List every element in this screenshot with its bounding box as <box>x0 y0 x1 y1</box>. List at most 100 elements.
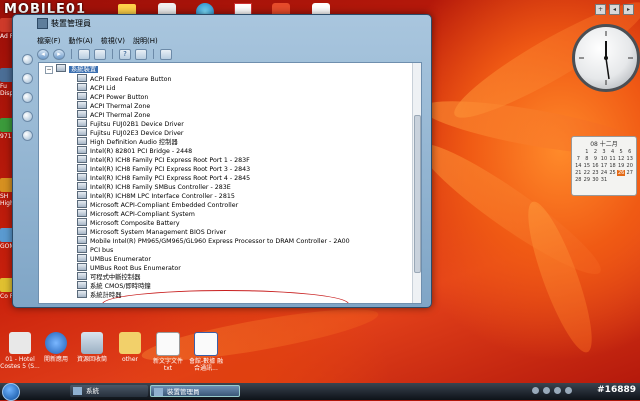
start-button[interactable] <box>2 383 20 401</box>
device-row[interactable]: Intel(R) ICH8 Family SMBus Controller - … <box>77 182 231 191</box>
desktop-icon[interactable]: 01 - Hotel Costes 5 (S... <box>0 332 40 370</box>
prev-icon[interactable]: ◂ <box>609 4 620 15</box>
calendar-day[interactable]: 29 <box>583 177 592 183</box>
calendar-day[interactable]: 14 <box>574 163 583 169</box>
rail-button[interactable] <box>21 54 33 65</box>
calendar-day[interactable]: 26 <box>616 170 626 176</box>
vertical-scrollbar[interactable] <box>412 63 421 303</box>
calendar-day[interactable]: 21 <box>574 170 583 176</box>
menu-view[interactable]: 檢視(V) <box>101 36 125 47</box>
device-row[interactable]: Intel(R) 82801 PCI Bridge - 2448 <box>77 146 192 155</box>
scan-hardware-icon[interactable] <box>160 48 172 60</box>
device-row[interactable]: 可程式中斷控制器 <box>77 272 140 281</box>
calendar-day[interactable]: 1 <box>583 149 592 155</box>
calendar-day[interactable]: 11 <box>608 156 617 162</box>
device-row[interactable]: Mobile Intel(R) PM965/GM965/GL960 Expres… <box>77 236 350 245</box>
calendar-day[interactable]: 20 <box>625 163 634 169</box>
add-gadget-icon[interactable]: + <box>595 4 606 15</box>
device-icon <box>77 110 87 118</box>
device-row[interactable]: ACPI Fixed Feature Button <box>77 74 171 83</box>
device-row[interactable]: Intel(R) ICH8 Family PCI Express Root Po… <box>77 164 250 173</box>
device-row[interactable]: Fujitsu FUJ02B1 Device Driver <box>77 119 184 128</box>
calendar-day[interactable]: 27 <box>625 170 634 176</box>
tray-icon[interactable] <box>554 387 561 394</box>
calendar-day[interactable]: 25 <box>608 170 617 176</box>
calendar-day[interactable]: 7 <box>574 156 583 162</box>
back-icon[interactable]: ◂ <box>37 48 49 60</box>
tree-root-row[interactable]: − 系統裝置 <box>45 64 99 74</box>
calendar-day[interactable]: 16 <box>591 163 600 169</box>
device-label: Intel(R) ICH8 Family PCI Express Root Po… <box>90 166 251 173</box>
volume-icon[interactable] <box>565 387 572 394</box>
scrollbar-thumb[interactable] <box>414 115 421 273</box>
properties-icon[interactable] <box>94 48 106 60</box>
calendar-day[interactable]: 5 <box>617 149 626 155</box>
next-icon[interactable]: ▸ <box>623 4 634 15</box>
calendar-day[interactable]: 17 <box>600 163 609 169</box>
tray-icon[interactable] <box>532 387 539 394</box>
calendar-day[interactable]: 10 <box>600 156 609 162</box>
device-row[interactable]: Intel(R) ICH8 Family PCI Express Root Po… <box>77 173 250 182</box>
calendar-gadget[interactable]: 08 十二月 1 2 3 4 5 6 7 8 9 10 11 12 13 14 15 16 17 18 19 20 21… <box>571 136 637 196</box>
calendar-day[interactable]: 3 <box>600 149 609 155</box>
calendar-day[interactable]: 30 <box>591 177 600 183</box>
rail-button[interactable] <box>21 92 33 103</box>
device-row[interactable]: Intel(R) ICH8M LPC Interface Controller … <box>77 191 235 200</box>
calendar-day[interactable]: 6 <box>625 149 634 155</box>
desktop-icon[interactable]: 資源回收筒 <box>72 332 112 363</box>
device-row[interactable]: ACPI Thermal Zone <box>77 101 150 110</box>
taskbar-item-system[interactable]: 系統 <box>70 385 148 397</box>
calendar-day[interactable]: 4 <box>608 149 617 155</box>
device-row[interactable]: Microsoft System Management BIOS Driver <box>77 227 226 236</box>
desktop-icon[interactable]: 開新應用 <box>36 332 76 363</box>
calendar-day[interactable]: 9 <box>591 156 600 162</box>
calendar-day[interactable]: 24 <box>600 170 609 176</box>
calendar-day[interactable]: 13 <box>625 156 634 162</box>
calendar-day[interactable]: 23 <box>591 170 600 176</box>
device-tree[interactable]: − 系統裝置 ACPI Fixed Feature Button ACPI Lid A… <box>38 62 422 304</box>
desktop-icon[interactable]: 會館-數據 融合通訊... <box>186 332 226 372</box>
device-row[interactable]: Fujitsu FUJ02E3 Device Driver <box>77 128 184 137</box>
device-row[interactable]: High Definition Audio 控制器 <box>77 137 178 146</box>
help-icon <box>45 332 67 354</box>
calendar-day[interactable]: 12 <box>617 156 626 162</box>
device-row[interactable]: PCI bus <box>77 245 113 254</box>
calendar-day[interactable]: 2 <box>591 149 600 155</box>
clock-gadget[interactable] <box>572 24 640 92</box>
show-hide-tree-icon[interactable] <box>78 48 90 60</box>
device-row[interactable]: ACPI Lid <box>77 83 116 92</box>
calendar-day[interactable] <box>574 149 583 155</box>
rail-button[interactable] <box>21 130 33 141</box>
calendar-day[interactable]: 8 <box>583 156 592 162</box>
calendar-day[interactable]: 31 <box>600 177 609 183</box>
menu-help[interactable]: 說明(H) <box>133 36 158 47</box>
device-row[interactable]: 系統 CMOS/即時時鐘 <box>77 281 151 290</box>
menu-action[interactable]: 動作(A) <box>69 36 93 47</box>
device-row[interactable]: ACPI Power Button <box>77 92 148 101</box>
device-row[interactable]: Intel(R) ICH8 Family PCI Express Root Po… <box>77 155 250 164</box>
device-row[interactable]: UMBus Root Bus Enumerator <box>77 263 181 272</box>
calendar-day[interactable]: 28 <box>574 177 583 183</box>
device-row[interactable]: Microsoft ACPI-Compliant System <box>77 209 195 218</box>
taskbar-item-device-manager[interactable]: 裝置管理員 <box>150 385 240 397</box>
rail-button[interactable] <box>21 111 33 122</box>
view-icon[interactable] <box>135 48 147 60</box>
collapse-icon[interactable]: − <box>45 66 53 74</box>
desktop-icon[interactable]: other <box>110 332 150 363</box>
title-bar[interactable]: 裝置管理員 <box>37 17 417 29</box>
device-row[interactable]: UMBus Enumerator <box>77 254 151 263</box>
calendar-day[interactable]: 19 <box>617 163 626 169</box>
calendar-day[interactable]: 15 <box>583 163 592 169</box>
desktop-icon[interactable]: 新文字文件 txt <box>148 332 188 372</box>
device-row[interactable]: Microsoft Composite Battery <box>77 218 180 227</box>
forward-icon[interactable]: ▸ <box>53 48 65 60</box>
device-row[interactable]: ACPI Thermal Zone <box>77 110 150 119</box>
calendar-day[interactable]: 22 <box>583 170 592 176</box>
tray-icon[interactable] <box>543 387 550 394</box>
rail-button[interactable] <box>21 73 33 84</box>
calendar-day[interactable]: 18 <box>608 163 617 169</box>
help-icon[interactable]: ? <box>119 48 131 60</box>
device-row[interactable]: Microsoft ACPI-Compliant Embedded Contro… <box>77 200 238 209</box>
device-manager-window[interactable]: 裝置管理員 檔案(F) 動作(A) 檢視(V) 說明(H) ◂ ▸ ? − 系統裝… <box>12 14 432 308</box>
menu-file[interactable]: 檔案(F) <box>37 36 61 47</box>
